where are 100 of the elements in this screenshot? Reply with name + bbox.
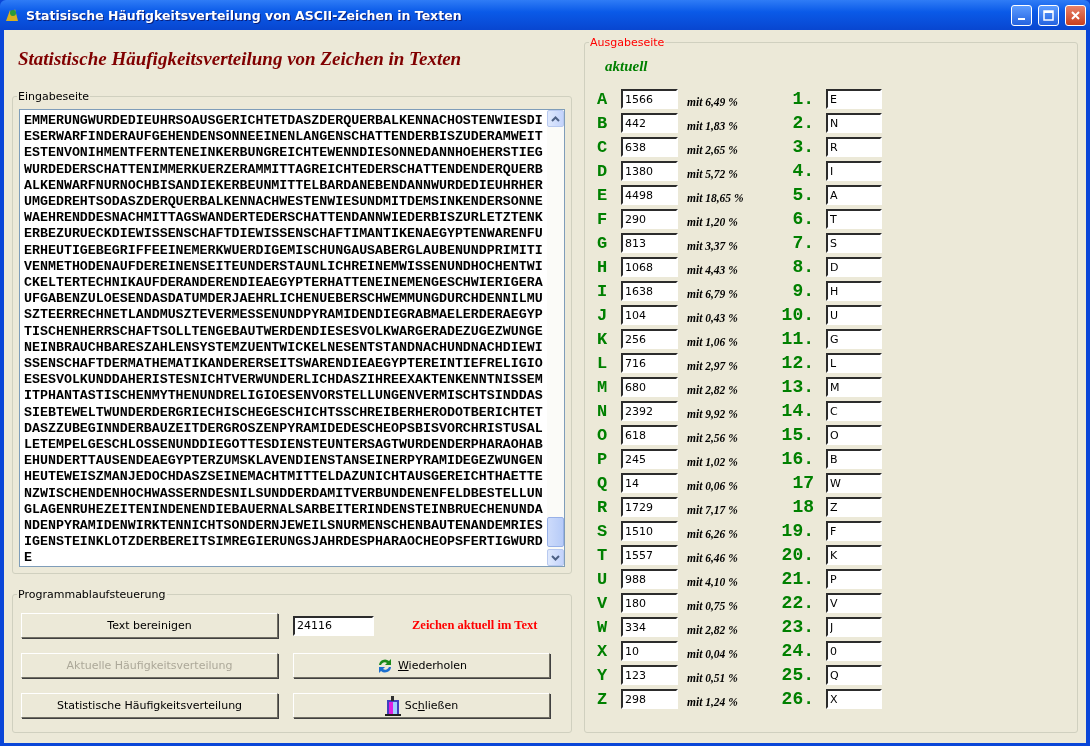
- letter-label: K: [597, 329, 609, 349]
- rank-label: 17: [792, 473, 814, 493]
- count-field[interactable]: 442: [621, 113, 678, 133]
- ranked-letter-field[interactable]: N: [826, 113, 882, 133]
- percent-label: mit 1,20 %: [687, 215, 739, 228]
- letter-label: P: [597, 449, 609, 469]
- count-field[interactable]: 10: [621, 641, 678, 661]
- rank-label: 15.: [781, 425, 814, 445]
- action-button[interactable]: Text bereinigen: [21, 613, 278, 638]
- ranked-letter-field[interactable]: J: [826, 617, 882, 637]
- ranked-letter-field[interactable]: L: [826, 353, 882, 373]
- letter-label: X: [597, 641, 609, 661]
- percent-label: mit 0,75 %: [687, 599, 739, 612]
- count-field[interactable]: 1380: [621, 161, 678, 181]
- percent-label: mit 2,97 %: [687, 359, 739, 372]
- rank-label: 7.: [792, 233, 814, 253]
- letter-label: R: [597, 497, 609, 517]
- section-subtitle: aktuell: [605, 58, 649, 75]
- letter-label: D: [597, 161, 609, 181]
- rank-label: 11.: [781, 329, 814, 349]
- count-field[interactable]: 256: [621, 329, 678, 349]
- minimize-button[interactable]: [1011, 4, 1032, 26]
- count-field[interactable]: 334: [621, 617, 678, 637]
- percent-label: mit 6,79 %: [687, 287, 739, 300]
- percent-label: mit 0,04 %: [687, 647, 739, 660]
- text-input-area[interactable]: EMMERUNGWURDEDIEUHRSOAUSGERICHTETDASZDERQUERBALKENNACHOSTENWIESDI ESERWARFINDERAUFGEHENDENSONNEEINENLANGENSCHATTENDERBISZUDERAMWEIT ESTENVONIHMENTFERNTENEINKERBUNGREICHTEWENNDIESONNEDANNHOEHERSTIEG WURDEDERSCHATTENIMMERKUERZERAMMITTAGREICHTEDERSCHATTENDENDERQUERB ALKENWARFNURNOCHBISANDIEKERBEUNMITTELBARDANEBENDANNWURDEDIEUHRHER UMGEDREHTSODASZDERQUERBALKENNACHWESTENWIESUNDMITDEMSINKENDERSONNE WAEHRENDDESNACHMITTAGSWANDERTEDERSCHATTENDANNWIEDERBISZURLETZTENK ERBEZURUECKDIEWISSENSCHAFTDIEWISSENSCHAFTIMANTIKENAEGYPTENWARENFU ERHEUTIGEBEGRIFFEEINEMERKWUERDIGEMISCHUNGAUSABERGLAUBENUNDPRIMITI VENMETHODENAUFDEREINENSEITEUNDERSTAUNLICHREINEMWISSENUNDHOCHENTWI CKELTERTECHNIKAUFDERANDERENDIEAEGYPTERHATTENEINEMENGESCHWIERIGERA UFGABENZULOESENDASDATUMDERJAEHRLICHENUEBERSCHWEMMUNGDURCHDENNILMU SZTEERRECHNETLANDMUSZTEVERMESSENUNDPYRAMIDENDIEGRABMAELERDERAEGYP TISCHENHERRSCHAFTSOLLTENGEBAUTWERDENDIESESVOLKWARGERADEZUGEZWUNGE NEINBRAUCHBARESZAHLENSYSTEMZUENTWICKELNESENTSTANDNACHUNDNACHDIEWI SSENSCHAFTDERMATHEMATIKANDERERSEITSWARENDIEAEGYPTEREINTIEFRELIGIO ESESVOLKUNDDAHERISTESNICHTVERWUNDERLICHDASZIHREEXAKTENKENNTNISSEM ITPHANTASTISCHENMYTHENUNDRELIGIOESENVORSTELLUNGENVERMISCHTSINDDAS SIEBTEWELTWUNDERDERGRIECHISCHEGESCHICHTSSCHREIBERHERODOTBERICHTET DASZZUBEGINNDERBAUZEITDERGROSZENPYRAMIDEDESCHEOPSBISVORCHRISTUSAL LETEMPELGESCHLOSSENUNDDIEGOTTESDIENSTEUNTERSAGTWURDENDERPHARAOHAB EHUNDERTTAUSENDEAEGYPTERZUMSKLAVENDIENSTANSEINERPYRAMIDEGEZWUNGEN HEUTEWEISZMANJEDOCHDASZSEINEMACHTMITTELDAZUNICHTAUSGEREICHTHAETTE NZWISCHENDENHOCHWASSERNDESNILSUNDDERDAMITVERBUNDENENFELDBESTELLUN GLAGENRUHEZEITENINDENENDIEBAUERNALSARBEITERINDENSTEINBRUECHENUNDA NDENPYRAMIDENWIRKTENNICHTSONDERNJEWEILSNURMENSCHENBAUTENANDEMRIES IGENSTEINKLOTZDERBEREITSIMREGIERUNGSJAHRDESPHARAOCHEOPSFERTIGWURD E: [19, 109, 565, 567]
- count-field[interactable]: 1557: [621, 545, 678, 565]
- count-field[interactable]: 638: [621, 137, 678, 157]
- count-field[interactable]: 1510: [621, 521, 678, 541]
- repeat-button[interactable]: Wiederholen: [293, 653, 550, 678]
- ranked-letter-field[interactable]: T: [826, 209, 882, 229]
- group-legend: Ausgabeseite: [589, 36, 666, 49]
- ranked-letter-field[interactable]: E: [826, 89, 882, 109]
- maximize-button[interactable]: [1038, 4, 1059, 26]
- count-field[interactable]: 1068: [621, 257, 678, 277]
- count-field[interactable]: 104: [621, 305, 678, 325]
- ranked-letter-field[interactable]: G: [826, 329, 882, 349]
- count-field[interactable]: 2392: [621, 401, 678, 421]
- ranked-letter-field[interactable]: Z: [826, 497, 882, 517]
- count-field[interactable]: 1566: [621, 89, 678, 109]
- letter-label: L: [597, 353, 609, 373]
- count-field[interactable]: 4498: [621, 185, 678, 205]
- ranked-letter-field[interactable]: X: [826, 689, 882, 709]
- ranked-letter-field[interactable]: H: [826, 281, 882, 301]
- count-field[interactable]: 1729: [621, 497, 678, 517]
- ranked-letter-field[interactable]: Q: [826, 665, 882, 685]
- ranked-letter-field[interactable]: A: [826, 185, 882, 205]
- ranked-letter-field[interactable]: U: [826, 305, 882, 325]
- ranked-letter-field[interactable]: M: [826, 377, 882, 397]
- count-field[interactable]: 988: [621, 569, 678, 589]
- rank-label: 19.: [781, 521, 814, 541]
- letter-label: W: [597, 617, 609, 637]
- rank-label: 1.: [792, 89, 814, 109]
- ranked-letter-field[interactable]: F: [826, 521, 882, 541]
- close-window-button[interactable]: [1065, 4, 1086, 26]
- ranked-letter-field[interactable]: S: [826, 233, 882, 253]
- count-field[interactable]: 716: [621, 353, 678, 373]
- app-icon: [4, 7, 20, 23]
- count-field[interactable]: 618: [621, 425, 678, 445]
- rank-label: 2.: [792, 113, 814, 133]
- rank-label: 21.: [781, 569, 814, 589]
- action-button[interactable]: Statistische Häufigkeitsverteilung: [21, 693, 278, 718]
- character-count-field[interactable]: 24116: [293, 615, 374, 636]
- count-field[interactable]: 298: [621, 689, 678, 709]
- close-button[interactable]: Schließen: [293, 693, 550, 718]
- count-field[interactable]: 680: [621, 377, 678, 397]
- letter-label: F: [597, 209, 609, 229]
- ranked-letter-field[interactable]: V: [826, 593, 882, 613]
- rank-label: 20.: [781, 545, 814, 565]
- ranked-letter-field[interactable]: K: [826, 545, 882, 565]
- scrollbar[interactable]: [547, 110, 564, 566]
- ranked-letter-field[interactable]: B: [826, 449, 882, 469]
- count-field[interactable]: 1638: [621, 281, 678, 301]
- count-field[interactable]: 813: [621, 233, 678, 253]
- ranked-letter-field[interactable]: I: [826, 161, 882, 181]
- ranked-letter-field[interactable]: P: [826, 569, 882, 589]
- count-field[interactable]: 123: [621, 665, 678, 685]
- count-field[interactable]: 180: [621, 593, 678, 613]
- rank-label: 8.: [792, 257, 814, 277]
- count-field[interactable]: 245: [621, 449, 678, 469]
- rank-label: 18: [792, 497, 814, 517]
- rank-label: 22.: [781, 593, 814, 613]
- letter-label: Q: [597, 473, 609, 493]
- letter-label: A: [597, 89, 609, 109]
- ranked-letter-field[interactable]: C: [826, 401, 882, 421]
- count-field[interactable]: 290: [621, 209, 678, 229]
- letter-label: Y: [597, 665, 609, 685]
- count-field[interactable]: 14: [621, 473, 678, 493]
- close-icon: [1070, 9, 1081, 21]
- rank-label: 12.: [781, 353, 814, 373]
- scrollbar-thumb[interactable]: [547, 517, 564, 547]
- ranked-letter-field[interactable]: O: [826, 425, 882, 445]
- ranked-letter-field[interactable]: 0: [826, 641, 882, 661]
- ranked-letter-field[interactable]: R: [826, 137, 882, 157]
- ranked-letter-field[interactable]: D: [826, 257, 882, 277]
- letter-label: M: [597, 377, 609, 397]
- rank-label: 3.: [792, 137, 814, 157]
- rank-label: 6.: [792, 209, 814, 229]
- ranked-letter-field[interactable]: W: [826, 473, 882, 493]
- rank-label: 10.: [781, 305, 814, 325]
